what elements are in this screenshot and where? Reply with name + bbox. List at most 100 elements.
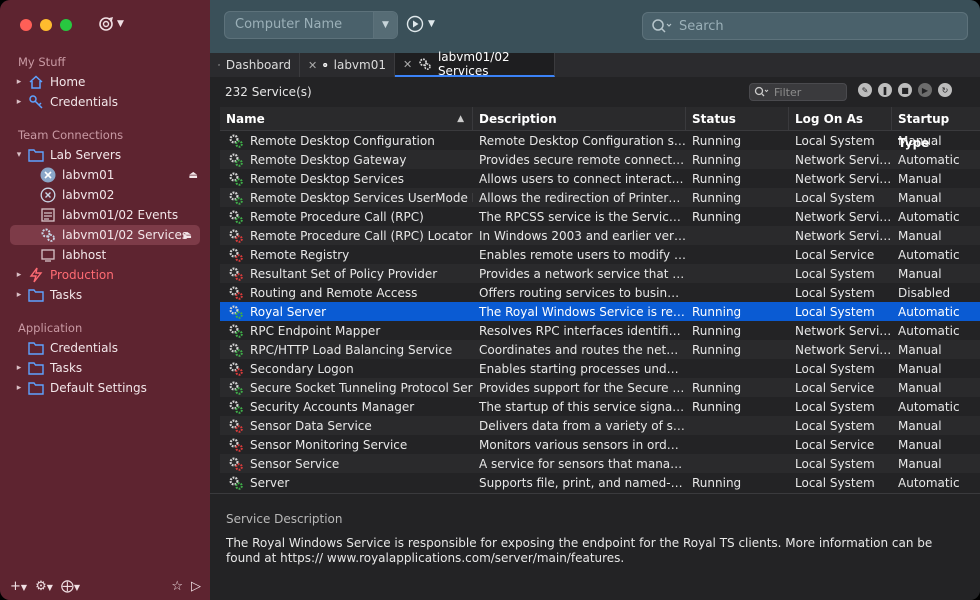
star-icon[interactable]: ☆: [171, 579, 183, 594]
wrench-icon[interactable]: ✎: [858, 83, 872, 97]
resume-icon[interactable]: ❚: [878, 83, 892, 97]
table-row[interactable]: Sensor Service A service for sensors that…: [220, 454, 980, 473]
table-row[interactable]: Remote Procedure Call (RPC) Locator In Wi…: [220, 226, 980, 245]
add-button[interactable]: +▼: [10, 579, 27, 594]
service-name: RPC/HTTP Load Balancing Service: [250, 342, 453, 357]
tab-services[interactable]: ✕ labvm01/02 Services: [395, 50, 555, 78]
toolbar: Computer Name ▼ ▼ Search: [210, 0, 980, 53]
service-gear-icon: [229, 418, 243, 433]
tab-labvm01[interactable]: ✕ labvm01: [300, 53, 395, 77]
eject-icon[interactable]: ⏏: [189, 170, 198, 181]
eject-icon[interactable]: ⏏: [183, 230, 192, 241]
sidebar-item-services[interactable]: labvm01/02 Services ⏏: [10, 225, 200, 245]
chevron-right-icon[interactable]: ▸: [14, 77, 24, 87]
tab-dashboard[interactable]: Dashboard: [210, 53, 300, 77]
window-controls: [20, 19, 72, 31]
sidebar-item-labhost[interactable]: labhost: [0, 245, 210, 265]
table-row[interactable]: Remote Registry Enables remote users to m…: [220, 245, 980, 264]
chevron-right-icon[interactable]: ▸: [14, 290, 24, 300]
sidebar-item-credentials[interactable]: ▸ Credentials: [0, 92, 210, 112]
computer-name-field[interactable]: Computer Name ▼: [224, 11, 398, 39]
sidebar-item-labvm01[interactable]: labvm01 ⏏: [0, 165, 210, 185]
close-window-button[interactable]: [20, 19, 32, 31]
connect-button[interactable]: ▼: [406, 15, 435, 33]
table-row[interactable]: Remote Desktop Configuration Remote Deskt…: [220, 131, 980, 150]
table-row[interactable]: Remote Desktop Services Allows users to c…: [220, 169, 980, 188]
folder-icon: [28, 340, 44, 356]
sidebar-item-app-credentials[interactable]: Credentials: [0, 338, 210, 358]
service-logon: Local System: [795, 266, 875, 281]
sidebar-item-app-tasks[interactable]: ▸ Tasks: [0, 358, 210, 378]
table-row[interactable]: Sensor Monitoring Service Monitors variou…: [220, 435, 980, 454]
table-row[interactable]: Remote Procedure Call (RPC) The RPCSS ser…: [220, 207, 980, 226]
column-label: Log On As: [795, 111, 864, 126]
play-outline-icon[interactable]: ▷: [191, 579, 201, 594]
service-startup: Manual: [898, 437, 942, 452]
chevron-down-icon[interactable]: ▾: [14, 150, 24, 160]
table-row[interactable]: Remote Desktop Gateway Provides secure re…: [220, 150, 980, 169]
column-header-logon[interactable]: Log On As: [789, 106, 892, 131]
sidebar-item-labvm02[interactable]: labvm02: [0, 185, 210, 205]
service-name-cell: Routing and Remote Access: [220, 285, 473, 301]
service-logon: Local System: [795, 361, 875, 376]
close-tab-icon[interactable]: ✕: [308, 59, 317, 72]
stop-icon[interactable]: ■: [898, 83, 912, 97]
search-field[interactable]: Search: [642, 12, 968, 40]
service-logon: Local System: [795, 399, 875, 414]
gear-icon[interactable]: ⚙▼: [35, 579, 53, 594]
service-gear-icon: [229, 399, 243, 414]
column-header-status[interactable]: Status: [686, 106, 789, 131]
service-gear-icon: [229, 152, 243, 167]
service-name: Sensor Monitoring Service: [250, 437, 408, 452]
chevron-right-icon[interactable]: ▸: [14, 363, 24, 373]
service-gear-icon: [229, 209, 243, 224]
service-logon: Local System: [795, 133, 875, 148]
app-menu-button[interactable]: ▼: [98, 16, 124, 32]
service-status: Running: [692, 133, 742, 148]
service-description: Remote Desktop Configuration servic...: [479, 133, 686, 148]
services-table: Name ▲ Description Status Log On As Start…: [220, 106, 980, 492]
chevron-right-icon[interactable]: ▸: [14, 97, 24, 107]
service-count: 232 Service(s): [225, 85, 312, 99]
chevron-down-icon[interactable]: ▼: [373, 12, 397, 38]
table-row[interactable]: Remote Desktop Services UserMode Por... A…: [220, 188, 980, 207]
column-header-description[interactable]: Description: [473, 106, 686, 131]
column-header-name[interactable]: Name ▲: [220, 106, 473, 131]
service-name-cell: Security Accounts Manager: [220, 399, 473, 415]
column-header-startup[interactable]: Startup Type: [892, 107, 980, 150]
service-status: Running: [692, 152, 742, 167]
sidebar-item-production[interactable]: ▸ Production: [0, 265, 210, 285]
start-icon[interactable]: ▶: [918, 83, 932, 97]
refresh-icon[interactable]: ↻: [938, 83, 952, 97]
table-row[interactable]: RPC Endpoint Mapper Resolves RPC interfac…: [220, 321, 980, 340]
table-row[interactable]: Routing and Remote Access Offers routing …: [220, 283, 980, 302]
chevron-right-icon[interactable]: ▸: [14, 270, 24, 280]
play-icon: [406, 15, 424, 33]
service-description: Enables remote users to modify regis...: [479, 247, 686, 262]
filter-field[interactable]: Filter: [749, 83, 847, 101]
sidebar-item-lab-servers[interactable]: ▾ Lab Servers: [0, 145, 210, 165]
service-description: Allows the redirection of Printers/Driv.…: [479, 190, 686, 205]
service-description: Provides secure remote connectivity...: [479, 152, 686, 167]
close-tab-icon[interactable]: ✕: [403, 58, 412, 71]
table-row[interactable]: Royal Server The Royal Windows Service is…: [220, 302, 980, 321]
service-logon: Network Service: [795, 323, 892, 338]
table-row[interactable]: Sensor Data Service Delivers data from a …: [220, 416, 980, 435]
service-name-cell: Server: [220, 475, 473, 491]
table-row[interactable]: RPC/HTTP Load Balancing Service Coordinat…: [220, 340, 980, 359]
table-row[interactable]: Security Accounts Manager The startup of …: [220, 397, 980, 416]
table-row[interactable]: Resultant Set of Policy Provider Provides…: [220, 264, 980, 283]
service-startup: Manual: [898, 266, 942, 281]
table-row[interactable]: Secondary Logon Enables starting processe…: [220, 359, 980, 378]
sidebar-item-team-tasks[interactable]: ▸ Tasks: [0, 285, 210, 305]
table-row[interactable]: Server Supports file, print, and named-pi…: [220, 473, 980, 492]
connection-menu-icon[interactable]: ⨁▼: [61, 579, 80, 594]
sidebar-item-events[interactable]: labvm01/02 Events: [0, 205, 210, 225]
minimize-window-button[interactable]: [40, 19, 52, 31]
service-name: Remote Desktop Services UserMode Por...: [250, 190, 473, 205]
sidebar-item-home[interactable]: ▸ Home: [0, 72, 210, 92]
table-row[interactable]: Secure Socket Tunneling Protocol Service…: [220, 378, 980, 397]
sidebar-item-default-settings[interactable]: ▸ Default Settings: [0, 378, 210, 398]
chevron-right-icon[interactable]: ▸: [14, 383, 24, 393]
zoom-window-button[interactable]: [60, 19, 72, 31]
